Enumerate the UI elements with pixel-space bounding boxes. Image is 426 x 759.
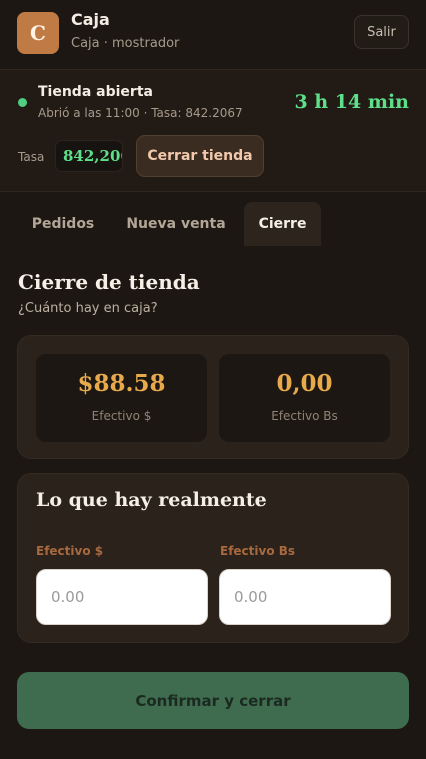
app-title: Caja: [71, 10, 110, 29]
close-store-button[interactable]: Cerrar tienda: [136, 135, 264, 177]
cash-bs-label: Efectivo Bs: [220, 544, 296, 558]
tab-pedidos[interactable]: Pedidos: [18, 202, 108, 246]
total-bs-value: 0,00: [276, 370, 333, 397]
actual-count-title: Lo que hay realmente: [36, 489, 267, 511]
rate-input[interactable]: 842,2067: [55, 140, 123, 172]
app-header: C Caja Caja · mostrador Salir: [0, 0, 426, 68]
app-subtitle: Caja · mostrador: [71, 36, 180, 51]
cash-bs-input[interactable]: [219, 569, 391, 625]
actual-count-card: Lo que hay realmente Efectivo $ Efectivo…: [17, 473, 409, 643]
total-bs-label: Efectivo Bs: [271, 409, 338, 423]
rate-label: Tasa: [18, 150, 45, 164]
store-status-panel: Tienda abierta Abrió a las 11:00 · Tasa:…: [0, 69, 426, 192]
expected-totals-card: $88.58 Efectivo $ 0,00 Efectivo Bs: [17, 335, 409, 459]
total-usd-label: Efectivo $: [91, 409, 152, 423]
store-status-title: Tienda abierta: [38, 84, 153, 100]
total-usd-value: $88.58: [77, 370, 166, 397]
tab-cierre[interactable]: Cierre: [244, 202, 321, 246]
elapsed-time: 3 h 14 min: [294, 91, 409, 113]
tab-nueva-venta[interactable]: Nueva venta: [114, 202, 238, 246]
exit-button[interactable]: Salir: [354, 15, 409, 49]
total-usd-box: $88.58 Efectivo $: [36, 354, 207, 442]
status-dot-icon: [18, 98, 27, 107]
confirm-close-button[interactable]: Confirmar y cerrar: [17, 672, 409, 729]
cash-usd-label: Efectivo $: [36, 544, 104, 558]
cash-usd-input[interactable]: [36, 569, 208, 625]
total-bs-box: 0,00 Efectivo Bs: [219, 354, 390, 442]
app-logo: C: [17, 12, 59, 54]
store-status-detail: Abrió a las 11:00 · Tasa: 842.2067: [38, 106, 243, 120]
page-subtitle: ¿Cuánto hay en caja?: [18, 301, 158, 316]
page-title: Cierre de tienda: [18, 270, 200, 294]
